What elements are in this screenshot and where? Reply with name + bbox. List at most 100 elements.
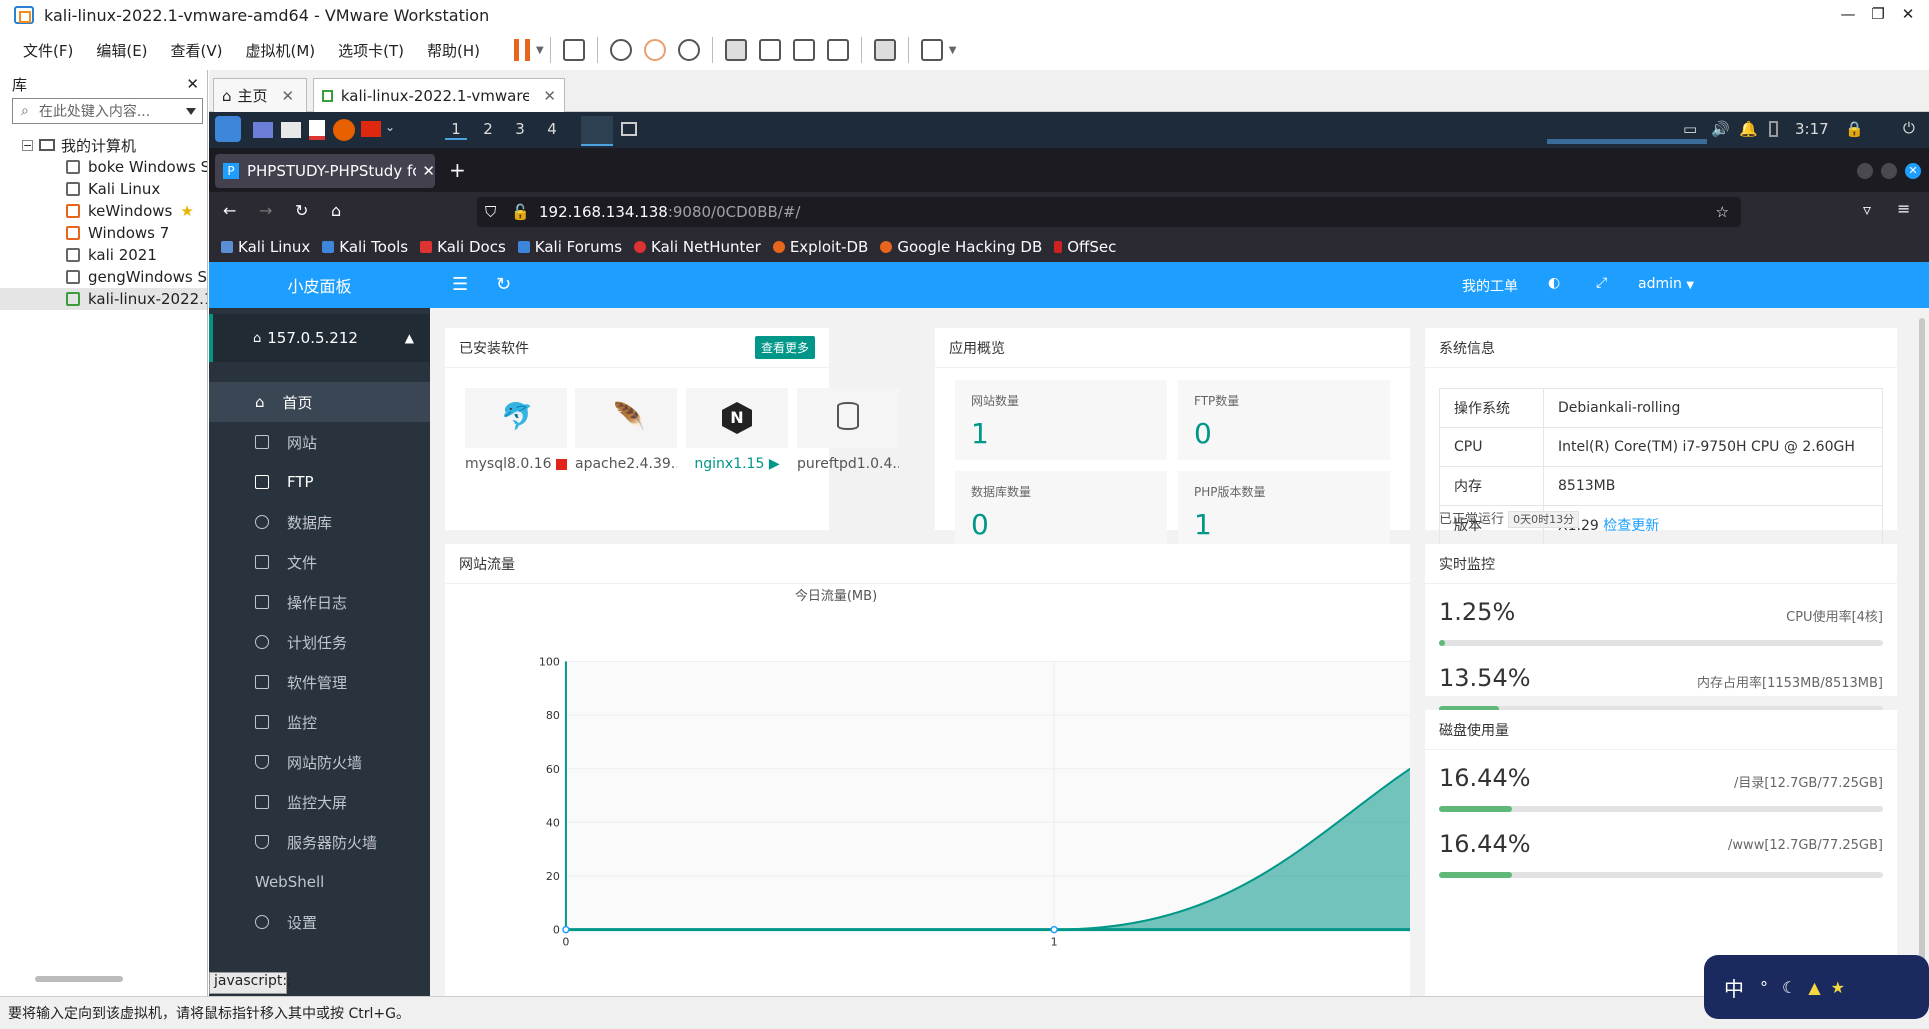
snapshot-manager-icon[interactable]	[677, 39, 700, 61]
server-host[interactable]: ⌂ 157.0.5.212 ▲	[209, 314, 430, 362]
nav-monitor[interactable]: 监控	[209, 702, 430, 742]
new-tab-icon[interactable]: +	[449, 158, 466, 182]
url-bar[interactable]: ⛉ 🔓 192.168.134.138 :9080/0CD0BB/#/ ☆	[477, 197, 1741, 227]
browser-close-icon[interactable]: ✕	[1905, 163, 1921, 179]
panel-brand[interactable]: 小皮面板	[209, 262, 430, 308]
nav-bigscreen[interactable]: 监控大屏	[209, 782, 430, 822]
stat-db-count[interactable]: 数据库数量 0	[955, 471, 1167, 551]
tree-root[interactable]: − 我的计算机	[0, 134, 207, 156]
nav-database[interactable]: 数据库	[209, 502, 430, 542]
collapse-arrow-icon[interactable]: ▲	[405, 331, 414, 345]
menu-file[interactable]: 文件(F)	[23, 40, 73, 61]
screen-icon[interactable]: ▭	[1683, 120, 1697, 138]
software-tile-apache[interactable]: 🪶	[575, 388, 677, 448]
pocket-icon[interactable]: ▿	[1863, 200, 1871, 219]
browser-tab[interactable]: P PHPSTUDY-PHPStudy for ✕	[215, 154, 435, 188]
dropdown-icon[interactable]: ▼	[536, 45, 544, 56]
show-library-icon[interactable]	[724, 39, 747, 61]
insecure-lock-icon[interactable]: 🔓	[511, 203, 530, 221]
search-dropdown-icon[interactable]	[186, 107, 196, 115]
running-status-icon[interactable]: ▶	[769, 456, 780, 472]
workspace-4[interactable]: 4	[541, 120, 563, 138]
volume-icon[interactable]: 🔊	[1711, 120, 1730, 138]
text-editor-icon[interactable]	[309, 120, 325, 140]
theme-icon[interactable]: ◐	[1548, 275, 1560, 291]
stopped-status-icon[interactable]	[555, 458, 567, 470]
bookmark-kali-forums[interactable]: Kali Forums	[517, 238, 622, 256]
tree-item-selected[interactable]: kali-linux-2022.1	[0, 288, 207, 310]
bookmark-kali-tools[interactable]: Kali Tools	[322, 238, 408, 256]
library-close-icon[interactable]: ✕	[186, 75, 199, 93]
console-icon[interactable]	[873, 39, 896, 61]
ime-star-icon[interactable]: ★	[1831, 978, 1845, 997]
snapshot-icon[interactable]	[609, 39, 632, 61]
stat-ftp-count[interactable]: FTP数量 0	[1178, 380, 1390, 460]
stretch-dropdown-icon[interactable]: ▼	[949, 45, 957, 56]
send-ctrl-alt-del-icon[interactable]	[562, 39, 585, 61]
tab-kali-vm[interactable]: kali-linux-2022.1-vmware-a... ✕	[313, 78, 565, 112]
nav-website[interactable]: 网站	[209, 422, 430, 462]
ime-moon-icon[interactable]: ☾	[1782, 978, 1796, 997]
workspace-2[interactable]: 2	[477, 120, 499, 138]
home-icon[interactable]: ⌂	[331, 201, 341, 220]
nav-oplog[interactable]: 操作日志	[209, 582, 430, 622]
pause-icon[interactable]	[514, 39, 531, 61]
fullscreen-icon[interactable]: ⤢	[1596, 275, 1607, 291]
firefox-launcher-icon[interactable]	[333, 119, 355, 141]
collapse-icon[interactable]: −	[22, 139, 33, 151]
ime-toolbar[interactable]: 中 ° ☾ ▲ ★	[1704, 955, 1929, 1019]
check-update-link[interactable]: 检查更新	[1603, 518, 1659, 534]
ime-mode[interactable]: 中	[1724, 973, 1744, 1002]
kali-menu-icon[interactable]	[215, 116, 241, 142]
reload-icon[interactable]: ↻	[295, 201, 308, 220]
nav-cron[interactable]: 计划任务	[209, 622, 430, 662]
browser-tab-close-icon[interactable]: ✕	[422, 162, 435, 180]
page-scrollbar[interactable]	[1919, 318, 1925, 988]
menu-vm[interactable]: 虚拟机(M)	[246, 40, 316, 61]
fullscreen-icon[interactable]	[792, 39, 815, 61]
bookmark-offsec[interactable]: OffSec	[1054, 238, 1116, 256]
back-icon[interactable]: ←	[223, 201, 236, 220]
software-tile-pureftpd[interactable]	[797, 388, 899, 448]
nav-server-firewall[interactable]: 服务器防火墙	[209, 822, 430, 862]
tab-close-icon[interactable]: ✕	[282, 87, 295, 105]
software-tile-mysql[interactable]: 🐬	[465, 388, 567, 448]
thumbnail-bar-icon[interactable]	[758, 39, 781, 61]
notification-icon[interactable]: 🔔	[1739, 120, 1758, 138]
stretch-icon[interactable]	[920, 39, 943, 61]
lock-icon[interactable]: 🔒	[1845, 120, 1864, 138]
nav-files[interactable]: 文件	[209, 542, 430, 582]
tree-item[interactable]: gengWindows S	[0, 266, 207, 288]
software-tile-nginx[interactable]: N	[686, 388, 788, 448]
stat-site-count[interactable]: 网站数量 1	[955, 380, 1167, 460]
file-manager-icon[interactable]	[281, 122, 301, 138]
firefox-window-icon[interactable]	[581, 116, 613, 146]
stat-php-count[interactable]: PHP版本数量 1	[1178, 471, 1390, 551]
tab-close-icon[interactable]: ✕	[543, 87, 556, 105]
unity-icon[interactable]	[826, 39, 849, 61]
bookmark-exploit-db[interactable]: Exploit-DB	[772, 238, 868, 256]
tree-item[interactable]: Kali Linux	[0, 178, 207, 200]
tree-item[interactable]: Windows 7	[0, 222, 207, 244]
tree-item[interactable]: boke Windows S	[0, 156, 207, 178]
tree-item[interactable]: keWindows ★	[0, 200, 207, 222]
menu-toggle-icon[interactable]: ☰	[452, 274, 468, 295]
library-search[interactable]: ⌕ 在此处键入内容...	[12, 98, 203, 124]
ime-punct-icon[interactable]: °	[1760, 978, 1768, 997]
menu-edit[interactable]: 编辑(E)	[96, 40, 147, 61]
flag-icon[interactable]	[361, 121, 381, 137]
terminal-window-icon[interactable]	[621, 122, 637, 136]
launcher-dropdown-icon[interactable]: ⌄	[385, 120, 395, 134]
window-dot-icon[interactable]	[1881, 163, 1897, 179]
menu-view[interactable]: 查看(V)	[171, 40, 223, 61]
nav-waf[interactable]: 网站防火墙	[209, 742, 430, 782]
restore-icon[interactable]: ❐	[1863, 0, 1893, 28]
nav-settings[interactable]: 设置	[209, 902, 430, 942]
tab-home[interactable]: ⌂ 主页 ✕	[213, 78, 307, 112]
revert-snapshot-icon[interactable]	[643, 39, 666, 61]
view-more-button[interactable]: 查看更多	[754, 336, 815, 359]
app-menu-icon[interactable]: ≡	[1897, 199, 1910, 218]
nav-ftp[interactable]: FTP	[209, 462, 430, 502]
bookmark-google-hacking-db[interactable]: Google Hacking DB	[880, 238, 1042, 256]
library-scrollbar[interactable]	[35, 976, 123, 982]
